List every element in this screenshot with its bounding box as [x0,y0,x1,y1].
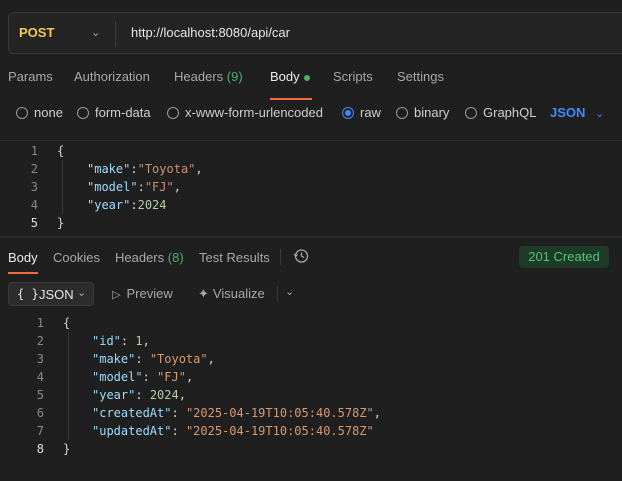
tab-headers[interactable]: Headers (9) [174,69,243,84]
radio-x-www-form-urlencoded[interactable]: x-www-form-urlencoded [167,105,323,120]
code-token: } [57,216,65,230]
tab-params[interactable]: Params [8,69,53,84]
code-line: "year": 2024, [92,388,186,402]
radio-none[interactable]: none [16,105,63,120]
line-number: 1 [36,316,44,330]
tab-label: Headers [115,250,165,265]
active-tab-indicator [8,272,38,274]
count-badge: (9) [226,69,243,84]
line-number: 3 [36,352,44,366]
code-line: "model": "FJ", [92,370,194,384]
url-bar: POST ⌄ http://localhost:8080/api/car [8,12,622,54]
tab-scripts[interactable]: Scripts [333,69,373,84]
method-select[interactable]: POST [19,25,54,40]
response-tab-headers[interactable]: Headers (8) [115,250,184,265]
code-line: "id": 1, [92,334,150,348]
response-format-select[interactable]: { } JSON ⌄ [8,282,94,306]
pane-divider[interactable] [0,236,622,238]
code-line: "createdAt": "2025-04-19T10:05:40.578Z", [92,406,382,420]
code-line: "make": "Toyota", [92,352,215,366]
radio-graphql[interactable]: GraphQL [465,105,536,120]
line-number: 8 [36,442,44,456]
line-number: 2 [30,162,38,176]
count-badge: (8) [167,250,184,265]
radio-label: binary [414,105,450,120]
radio-form-data[interactable]: form-data [77,105,151,120]
tab-label: Body [270,69,300,84]
tab-authorization[interactable]: Authorization [74,69,150,84]
code-token: } [63,442,71,456]
chevron-down-icon: ⌄ [77,287,87,299]
divider [277,286,278,302]
code-line: "updatedAt": "2025-04-19T10:05:40.578Z" [92,424,374,438]
line-number: 3 [30,180,38,194]
visualize-button[interactable]: ✦ Visualize [198,286,265,302]
code-line: "model":"FJ", [87,180,181,194]
radio-label: raw [360,105,381,120]
divider [115,21,116,47]
code-line: "year":2024 [87,198,167,212]
line-number: 4 [36,370,44,384]
tab-body[interactable]: Body [270,69,310,84]
radio-icon [167,106,179,119]
line-number: 7 [36,424,44,438]
code-line: "make":"Toyota", [87,162,203,176]
braces-icon: { } [17,287,39,301]
line-number: 6 [36,406,44,420]
radio-binary[interactable]: binary [396,105,449,120]
line-number: 2 [36,334,44,348]
radio-icon [465,106,477,119]
chevron-down-icon: ⌄ [595,108,605,120]
status-badge: 201 Created [519,246,609,268]
code-token: { [63,316,71,330]
radio-label: none [34,105,63,120]
body-format-select[interactable]: JSON ⌄ [550,105,604,120]
play-icon: ▷ [112,289,121,301]
response-tab-test-results[interactable]: Test Results [199,250,270,265]
format-label: JSON [550,105,586,120]
tab-label: Headers [174,69,224,84]
indent-guide [68,332,69,440]
response-tab-body[interactable]: Body [8,250,38,265]
button-label: Visualize [212,286,265,301]
radio-icon [77,106,89,119]
radio-raw[interactable]: raw [342,105,381,120]
url-input[interactable]: http://localhost:8080/api/car [131,25,290,40]
chevron-down-icon[interactable]: ⌄ [91,26,100,39]
radio-label: form-data [95,105,151,120]
line-number: 4 [30,198,38,212]
line-number: 1 [30,144,38,158]
button-label: Preview [126,286,173,301]
divider [280,249,281,265]
radio-icon [16,106,28,119]
line-number: 5 [30,216,38,230]
preview-button[interactable]: ▷ Preview [112,286,173,301]
chevron-down-icon[interactable]: ⌄ [285,285,294,298]
radio-icon [396,106,408,119]
modified-dot-icon [303,74,310,81]
history-icon[interactable] [293,248,309,267]
response-tab-cookies[interactable]: Cookies [53,250,100,265]
format-label: JSON [39,287,74,302]
divider [0,140,622,141]
radio-label: GraphQL [483,105,537,120]
visualize-icon: ✦ [198,286,209,301]
radio-selected-icon [342,106,354,119]
code-token: { [57,144,65,158]
active-tab-indicator [270,98,312,100]
line-number: 5 [36,388,44,402]
tab-settings[interactable]: Settings [397,69,444,84]
indent-guide [62,160,63,214]
radio-label: x-www-form-urlencoded [185,105,323,120]
